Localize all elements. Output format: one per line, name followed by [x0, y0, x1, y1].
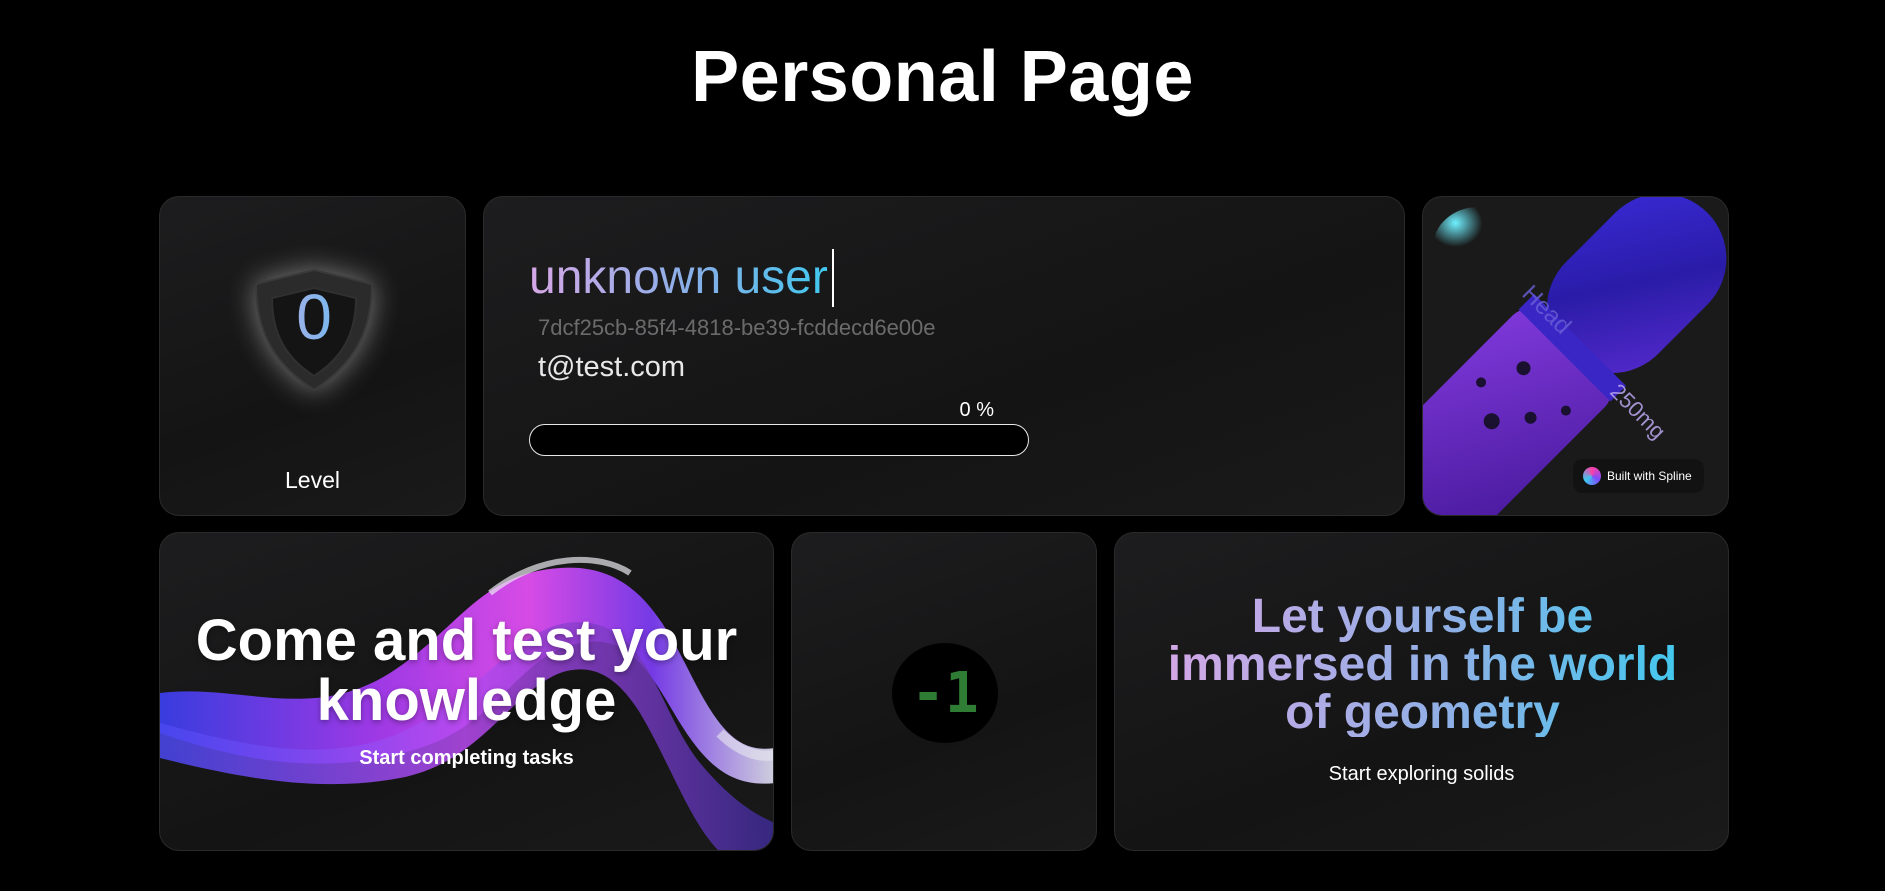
- built-with-spline-badge[interactable]: Built with Spline: [1573, 459, 1704, 493]
- spline-badge-label: Built with Spline: [1607, 469, 1692, 483]
- geometry-heading: Let yourself be immersed in the world of…: [1155, 593, 1690, 737]
- progress-bar: [529, 424, 1029, 456]
- pill-text-bottom: 250mg: [1605, 379, 1670, 444]
- profile-card: unknown user 7dcf25cb-85f4-4818-be39-fcd…: [483, 196, 1405, 516]
- level-value: 0: [244, 277, 384, 357]
- page-title: Personal Page: [691, 37, 1194, 117]
- spline-logo-icon: [1583, 467, 1601, 485]
- user-email: t@test.com: [538, 351, 686, 383]
- tasks-card[interactable]: Come and test your knowledge Start compl…: [159, 532, 774, 851]
- user-name-field[interactable]: unknown user: [529, 249, 834, 307]
- tasks-heading: Come and test your knowledge: [195, 608, 738, 733]
- user-id: 7dcf25cb-85f4-4818-be39-fcddecd6e00e: [538, 315, 936, 340]
- geometry-card[interactable]: Let yourself be immersed in the world of…: [1114, 532, 1729, 851]
- counter-card[interactable]: -1: [791, 532, 1097, 851]
- tasks-subtitle: Start completing tasks: [359, 747, 574, 769]
- geometry-subtitle: Start exploring solids: [1328, 763, 1515, 785]
- level-card[interactable]: 0 Level: [159, 196, 466, 516]
- progress-percent: 0 %: [959, 399, 994, 421]
- spline-scene-card[interactable]: Head 250mg Built with Spline: [1422, 196, 1729, 516]
- counter-display: -1: [892, 643, 998, 743]
- level-label: Level: [285, 467, 340, 493]
